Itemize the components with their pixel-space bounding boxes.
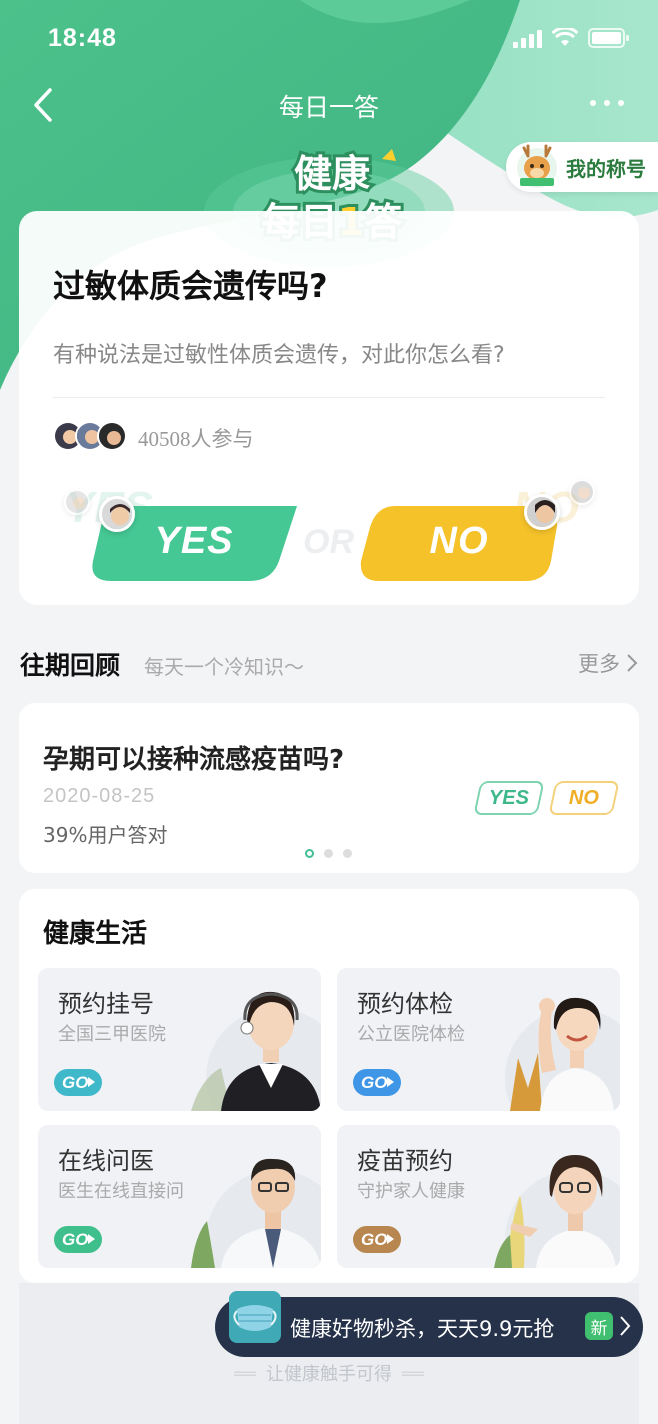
tile-title: 在线问医 — [58, 1147, 154, 1175]
status-icons — [513, 28, 630, 48]
past-question-card[interactable]: 孕期可以接种流感疫苗吗? 2020-08-25 39%用户答对 YES NO — [19, 703, 639, 873]
past-review-title: 往期回顾 — [20, 651, 121, 680]
past-yes-tag[interactable]: YES — [473, 781, 545, 815]
voter-avatar — [64, 489, 90, 515]
past-correct-rate: 39%用户答对 — [43, 823, 168, 847]
more-options-icon[interactable] — [590, 100, 624, 106]
go-button[interactable]: GO — [54, 1069, 102, 1096]
question-description: 有种说法是过敏性体质会遗传，对此你怎么看? — [53, 343, 505, 368]
tile-online-consult[interactable]: 在线问医 医生在线直接问 GO — [38, 1125, 321, 1268]
tile-vaccine-appointment[interactable]: 疫苗预约 守护家人健康 GO — [337, 1125, 620, 1268]
battery-icon — [588, 28, 629, 48]
cellular-signal-icon — [513, 28, 542, 48]
voter-avatar — [524, 494, 560, 530]
voter-avatar — [569, 479, 595, 505]
go-label: GO — [361, 1072, 388, 1092]
fitness-woman-icon — [505, 997, 620, 1111]
past-review-header: 往期回顾 每天一个冷知识～ 更多 — [20, 644, 638, 684]
my-title-badge[interactable]: 我的称号 — [506, 142, 658, 192]
no-button-label: NO — [429, 520, 489, 562]
past-no-tag[interactable]: NO — [548, 781, 620, 815]
past-review-subtitle: 每天一个冷知识～ — [144, 655, 304, 679]
go-label: GO — [361, 1229, 388, 1249]
past-yes-tag-label: YES — [488, 786, 530, 809]
tile-subtitle: 守护家人健康 — [357, 1181, 465, 1202]
tile-title: 疫苗预约 — [357, 1147, 453, 1175]
nav-title: 每日一答 — [278, 93, 379, 122]
tile-title: 预约挂号 — [58, 990, 154, 1018]
tile-physical-exam[interactable]: 预约体检 公立医院体检 GO — [337, 968, 620, 1111]
tile-subtitle: 医生在线直接问 — [58, 1181, 184, 1202]
status-time: 18:48 — [48, 24, 117, 52]
promo-text: 健康好物秒杀，天天9.9元抢 — [290, 1317, 555, 1341]
doctor-receptionist-icon — [191, 991, 321, 1111]
new-badge: 新 — [585, 1312, 613, 1340]
pagination-dots — [305, 849, 352, 858]
go-button[interactable]: GO — [54, 1226, 102, 1253]
logo-line1: 健康 — [294, 152, 370, 196]
footer-slogan-text: 让健康触手可得 — [266, 1364, 392, 1385]
go-button[interactable]: GO — [353, 1069, 401, 1096]
past-no-tag-label: NO — [569, 786, 599, 809]
male-doctor-icon — [191, 1158, 321, 1268]
or-label: OR — [303, 523, 354, 561]
chevron-right-icon — [620, 1316, 631, 1336]
nav-bar: 每日一答 — [0, 80, 658, 130]
participant-avatars — [53, 421, 127, 451]
more-link[interactable]: 更多 — [578, 648, 638, 678]
question-card: 过敏体质会遗传吗? 有种说法是过敏性体质会遗传，对此你怎么看? 40508人参与… — [19, 211, 639, 605]
pagination-dot[interactable] — [324, 849, 333, 858]
divider — [53, 397, 605, 398]
tile-subtitle: 公立医院体检 — [357, 1024, 465, 1045]
tile-subtitle: 全国三甲医院 — [58, 1024, 166, 1045]
voter-avatar — [99, 496, 135, 532]
health-life-card: 健康生活 预约挂号 全国三甲医院 GO 预约体检 公立医院体检 GO 在线问医 … — [19, 889, 639, 1283]
pagination-dot[interactable] — [305, 849, 314, 858]
promo-banner[interactable]: 健康好物秒杀，天天9.9元抢 新 — [215, 1291, 643, 1357]
wifi-icon — [552, 28, 578, 46]
chevron-right-icon — [627, 654, 638, 672]
tile-title: 预约体检 — [357, 990, 453, 1018]
past-question-date: 2020-08-25 — [43, 785, 156, 807]
tile-appointment-registration[interactable]: 预约挂号 全国三甲医院 GO — [38, 968, 321, 1111]
my-title-label: 我的称号 — [566, 156, 646, 181]
participant-count: 40508人参与 — [138, 427, 254, 451]
go-button[interactable]: GO — [353, 1226, 401, 1253]
pagination-dot[interactable] — [343, 849, 352, 858]
go-label: GO — [62, 1229, 89, 1249]
question-title: 过敏体质会遗传吗? — [53, 267, 328, 305]
more-link-label: 更多 — [578, 652, 620, 676]
deer-mascot-icon — [517, 144, 557, 188]
go-label: GO — [62, 1072, 89, 1092]
past-question-title: 孕期可以接种流感疫苗吗? — [43, 745, 345, 775]
footer-slogan: 让健康触手可得 — [0, 1360, 658, 1386]
status-bar: 18:48 — [0, 0, 658, 80]
avatar — [97, 421, 127, 451]
health-life-title: 健康生活 — [43, 919, 148, 949]
vaccine-woman-icon — [494, 1155, 620, 1268]
face-mask-icon — [229, 1291, 281, 1343]
